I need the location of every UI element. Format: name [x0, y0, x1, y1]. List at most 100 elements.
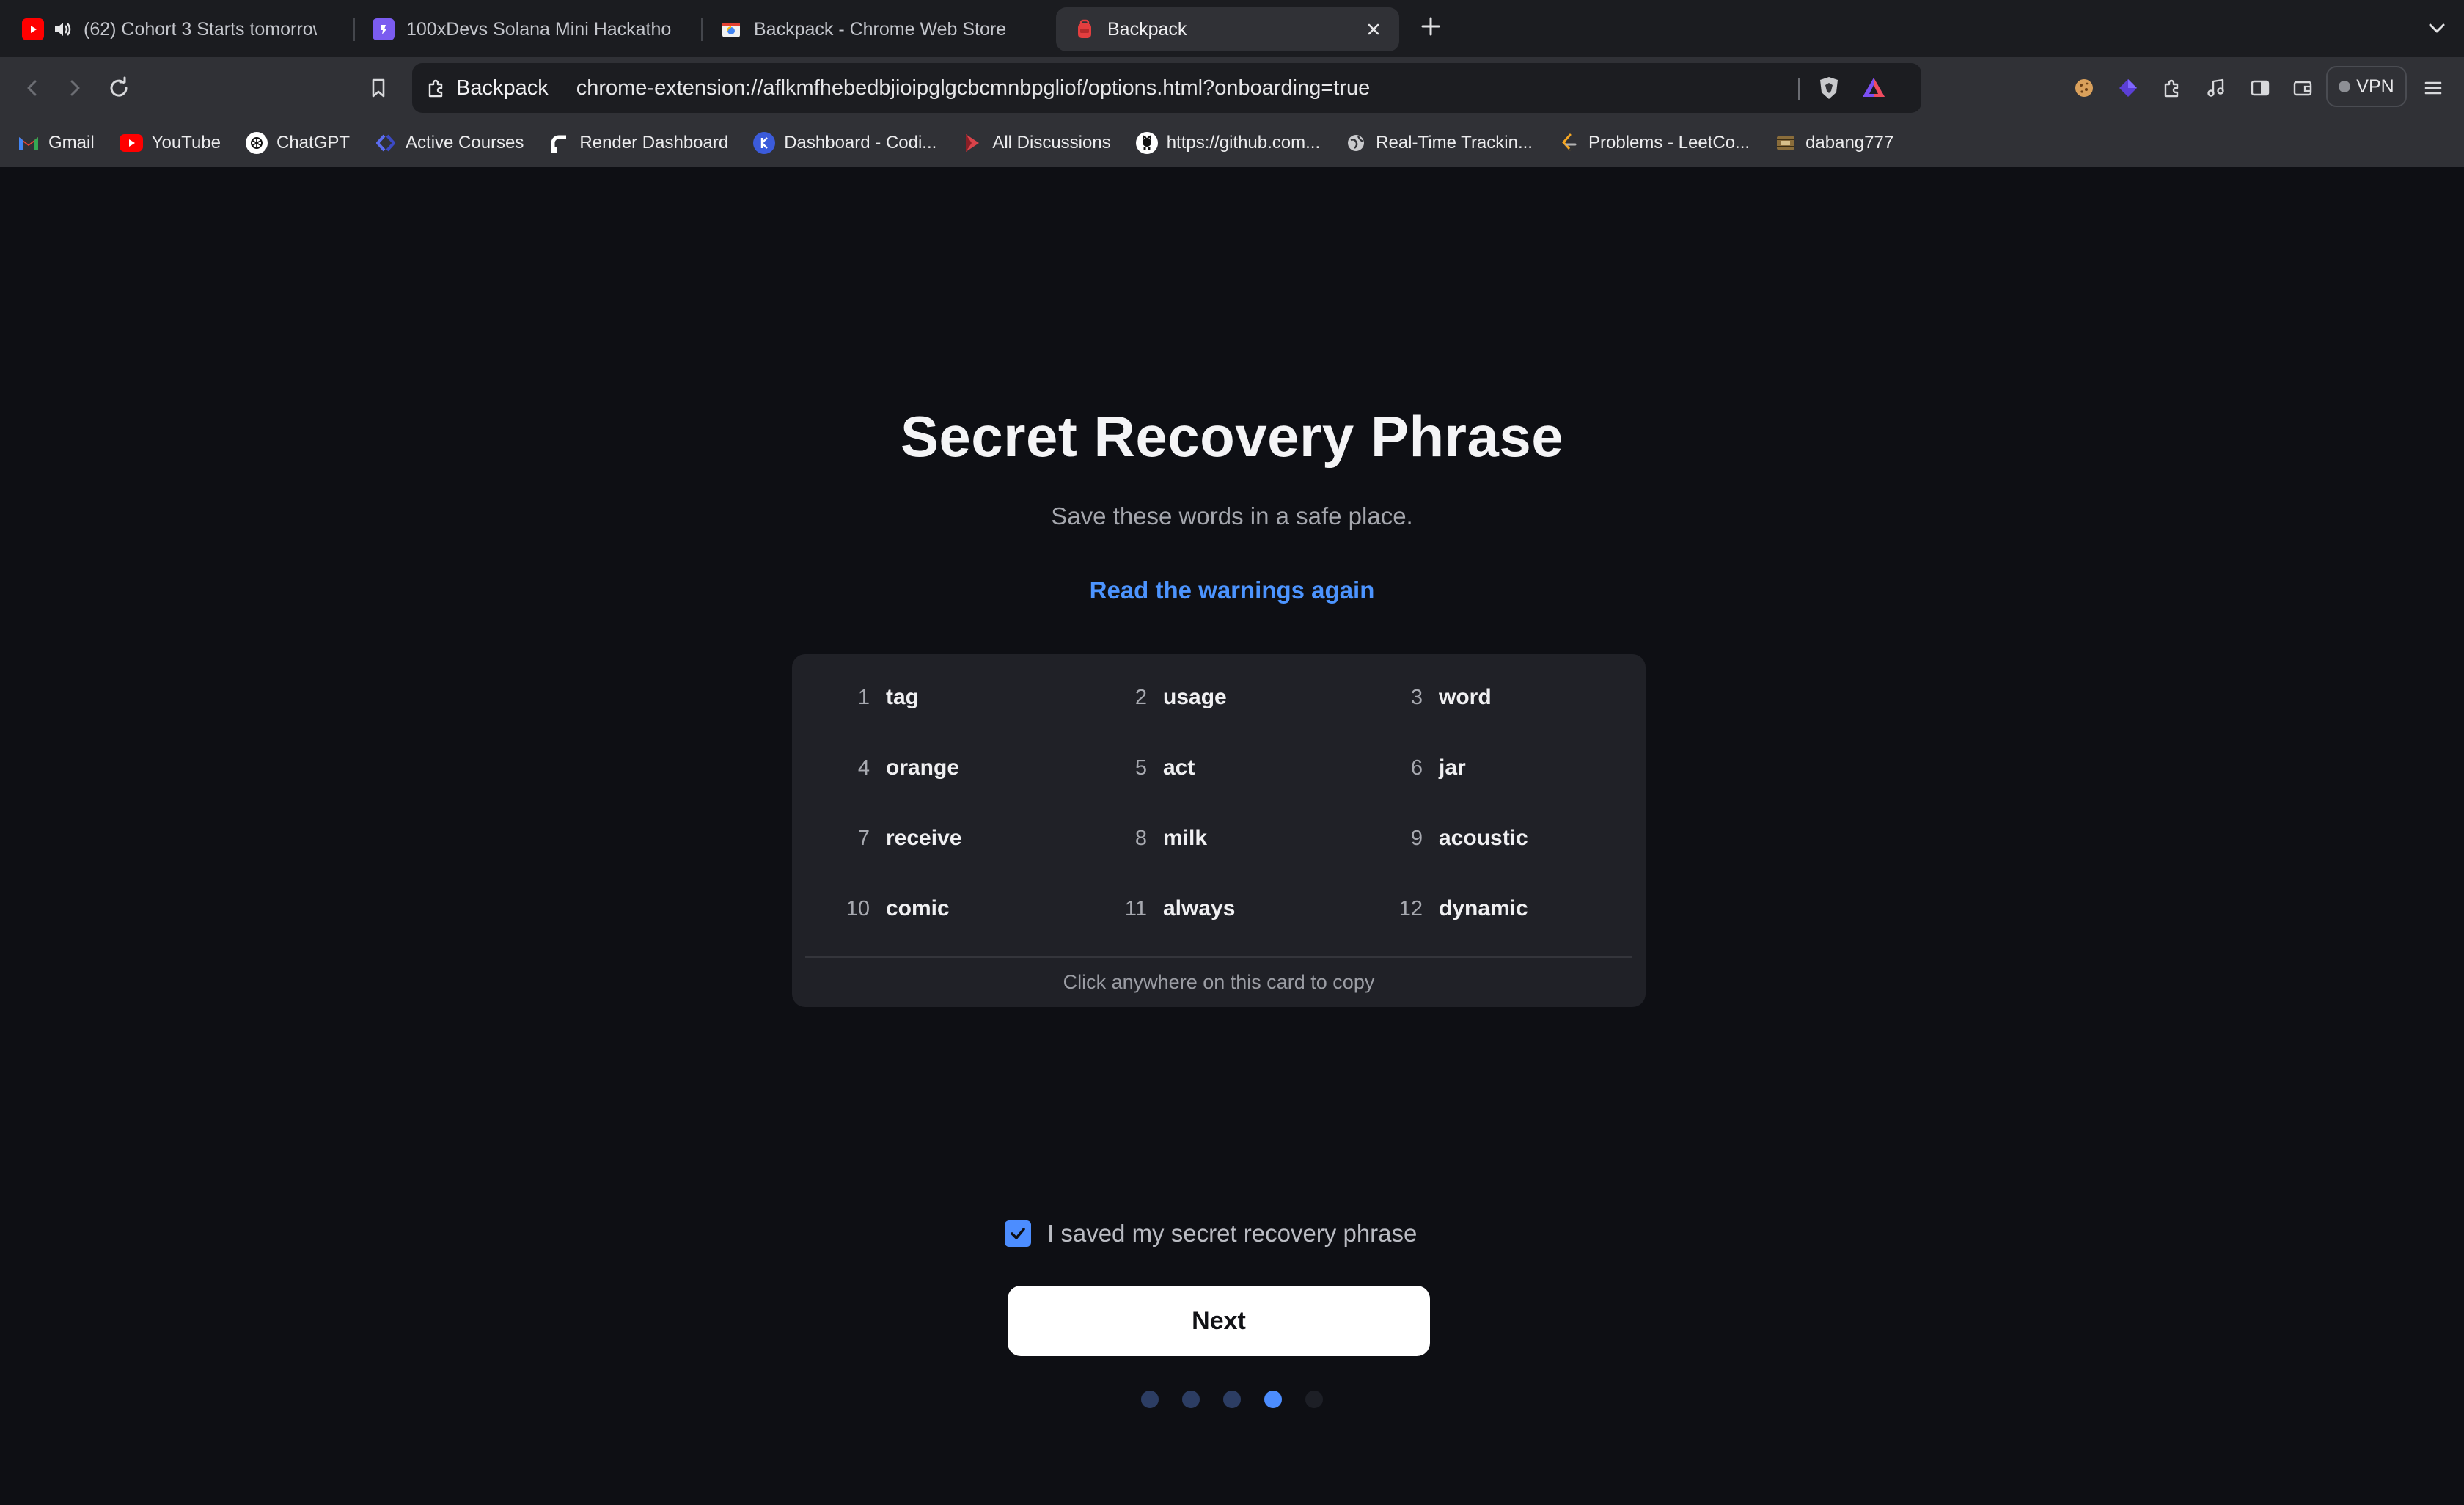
address-bar[interactable]: Backpack chrome-extension://aflkmfhebedb…: [412, 63, 1921, 113]
menu-icon[interactable]: [2419, 73, 2448, 103]
coding-icon: [753, 132, 776, 154]
chevron-down-icon[interactable]: [2424, 16, 2449, 41]
leetcode-icon: [1558, 132, 1580, 154]
bookmark-coding-dashboard[interactable]: Dashboard - Codi...: [753, 132, 936, 154]
bookmark-label: Real-Time Trackin...: [1376, 133, 1533, 153]
close-icon[interactable]: [1365, 21, 1382, 37]
step-dot: [1141, 1391, 1159, 1408]
page-title: Secret Recovery Phrase: [900, 404, 1564, 469]
new-tab-icon[interactable]: [1418, 13, 1444, 40]
bookmark-label: https://github.com...: [1166, 133, 1321, 153]
word-text: dynamic: [1439, 896, 1528, 920]
word-index: 11: [1124, 897, 1147, 920]
word-text: usage: [1163, 685, 1227, 709]
puzzle-icon: [425, 77, 447, 99]
brave-shield-icon[interactable]: [1816, 75, 1841, 101]
hackathon-icon: [373, 18, 395, 40]
backpack-icon: [1074, 18, 1096, 40]
bookmark-label: Dashboard - Codi...: [784, 133, 937, 153]
phrase-word: 12 dynamic: [1387, 896, 1528, 921]
courses-icon: [375, 132, 397, 154]
checkmark-icon: [1011, 1228, 1025, 1239]
wallet-icon[interactable]: [2288, 73, 2317, 103]
discussions-icon: [961, 132, 983, 154]
url-text[interactable]: chrome-extension://aflkmfhebedbjioipglgc…: [576, 76, 1371, 100]
saved-phrase-checkbox[interactable]: [1005, 1220, 1031, 1247]
word-index: 7: [857, 827, 870, 850]
word-index: 12: [1398, 897, 1423, 920]
cookie-extension-icon[interactable]: [2069, 73, 2099, 103]
phrase-word: 2 usage: [1112, 685, 1227, 710]
bookmarks-bar: Gmail YouTube ChatGPT Active Courses Ren…: [0, 119, 2464, 167]
word-text: act: [1163, 755, 1195, 780]
bookmark-all-discussions[interactable]: All Discussions: [961, 132, 1111, 154]
recovery-phrase-card[interactable]: 1 tag 2 usage 3 word 4 orange 5 act 6 ja…: [792, 654, 1646, 1007]
site-info-chip[interactable]: Backpack: [425, 76, 549, 100]
tab-youtube-cohort[interactable]: (62) Cohort 3 Starts tomorrow: [4, 7, 334, 51]
word-index: 9: [1410, 827, 1423, 850]
sidebar-icon[interactable]: [2245, 73, 2275, 103]
bookmark-label: Render Dashboard: [579, 133, 729, 153]
page-subtitle: Save these words in a safe place.: [1051, 502, 1413, 530]
bookmark-active-courses[interactable]: Active Courses: [375, 132, 524, 154]
word-text: milk: [1163, 826, 1208, 850]
bookmark-gmail[interactable]: Gmail: [18, 132, 95, 154]
bookmark-label: Problems - LeetCo...: [1588, 133, 1750, 153]
word-text: word: [1439, 685, 1492, 709]
forward-icon[interactable]: [59, 72, 91, 104]
word-text: orange: [886, 755, 960, 780]
render-icon: [549, 132, 571, 154]
film-icon: [1775, 132, 1797, 154]
back-icon[interactable]: [16, 72, 48, 104]
vpn-status-dot: [2339, 81, 2351, 92]
word-index: 2: [1134, 686, 1147, 709]
bookmark-leetcode[interactable]: Problems - LeetCo...: [1558, 132, 1750, 154]
onboarding-page: Secret Recovery Phrase Save these words …: [0, 167, 2464, 1505]
rewards-icon[interactable]: [1860, 75, 1887, 100]
vpn-button[interactable]: VPN: [2326, 66, 2407, 107]
phrase-word: 7 receive: [835, 826, 962, 851]
phrase-word: 5 act: [1112, 755, 1195, 780]
phrase-word: 10 comic: [835, 896, 950, 921]
bookmark-github[interactable]: https://github.com...: [1135, 132, 1321, 154]
word-text: always: [1163, 896, 1236, 920]
saved-phrase-checkbox-row[interactable]: I saved my secret recovery phrase: [1005, 1217, 1417, 1250]
card-divider: [805, 956, 1632, 958]
reload-icon[interactable]: [103, 72, 135, 104]
step-dot-active: [1264, 1391, 1282, 1408]
bookmark-label: ChatGPT: [276, 133, 351, 153]
bookmark-youtube[interactable]: YouTube: [119, 133, 221, 153]
phrase-word: 4 orange: [835, 755, 959, 780]
tab-title: Backpack - Chrome Web Store: [754, 18, 1007, 40]
word-text: jar: [1439, 755, 1466, 780]
bookmark-label: Gmail: [48, 133, 95, 153]
next-button[interactable]: Next: [1008, 1286, 1430, 1356]
bookmark-chatgpt[interactable]: ChatGPT: [245, 132, 351, 154]
site-label: Backpack: [456, 76, 549, 100]
omnibox-divider: [1798, 78, 1800, 100]
webstore-icon: [720, 18, 742, 40]
diamond-extension-icon[interactable]: [2113, 73, 2143, 103]
word-index: 6: [1410, 756, 1423, 780]
youtube-icon: [22, 18, 44, 40]
read-warnings-link[interactable]: Read the warnings again: [0, 576, 2464, 604]
word-text: receive: [886, 826, 962, 850]
step-dot: [1223, 1391, 1241, 1408]
tab-hackathon[interactable]: 100xDevs Solana Mini Hackathon: [355, 7, 689, 51]
phrase-word: 8 milk: [1112, 826, 1207, 851]
github-icon: [1135, 132, 1158, 154]
word-index: 3: [1410, 686, 1423, 709]
bookmark-render-dashboard[interactable]: Render Dashboard: [549, 132, 728, 154]
bookmark-realtime-tracking[interactable]: Real-Time Trackin...: [1345, 132, 1533, 154]
extensions-icon[interactable]: [2157, 73, 2187, 103]
speaker-icon[interactable]: [53, 20, 72, 39]
youtube-icon: [119, 134, 143, 152]
tab-webstore[interactable]: Backpack - Chrome Web Store: [703, 7, 1047, 51]
bookmark-icon[interactable]: [362, 72, 395, 104]
bookmark-dabang777[interactable]: dabang777: [1775, 132, 1893, 154]
media-controls-icon[interactable]: [2201, 73, 2231, 103]
word-index: 5: [1134, 756, 1147, 780]
tab-backpack[interactable]: Backpack: [1056, 7, 1399, 51]
step-dot: [1305, 1391, 1323, 1408]
chatgpt-icon: [245, 132, 268, 154]
